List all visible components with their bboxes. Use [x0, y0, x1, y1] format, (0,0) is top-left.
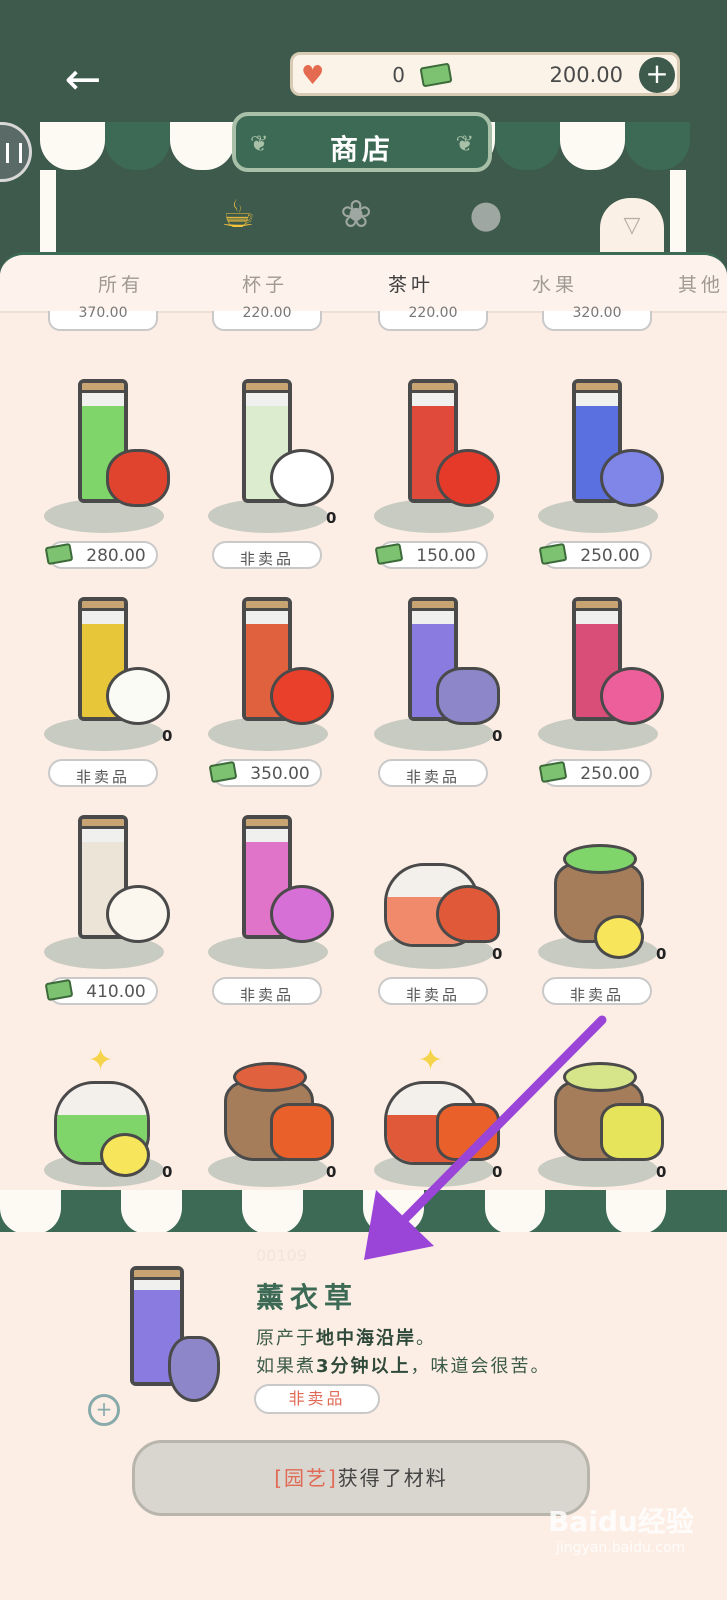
- heart-count: 0: [392, 63, 405, 87]
- price-tag: 410.00: [44, 977, 158, 1005]
- item-quantity: 0: [326, 509, 337, 527]
- shop-item-leaf-sack[interactable]: 0 非卖品: [534, 803, 684, 1013]
- price-tag: 350.00: [208, 759, 322, 787]
- item-name: 薰衣草: [256, 1281, 359, 1314]
- side-drawer-handle[interactable]: [0, 122, 32, 182]
- lavender-flower-icon: [168, 1336, 220, 1402]
- price-tag: 320.00: [542, 305, 652, 331]
- shop-item-hibiscus[interactable]: 150.00: [370, 367, 520, 577]
- shop-item-azalea[interactable]: 非卖品: [204, 803, 354, 1013]
- item-quantity: 0: [162, 1163, 173, 1181]
- lavender-flower-icon: [436, 667, 500, 725]
- filter-icon[interactable]: ▽: [600, 198, 664, 256]
- orange-flower-icon: [270, 1103, 334, 1161]
- orange-flower-icon: [436, 1103, 500, 1161]
- shop-item-lavender[interactable]: 0 非卖品: [370, 585, 520, 795]
- lily-flower-icon: [270, 449, 334, 507]
- item-quantity: 0: [326, 1163, 337, 1181]
- cup-icon[interactable]: ☕: [208, 188, 268, 240]
- yellow-flower-icon: [600, 1103, 664, 1161]
- shop-item-heart-jar[interactable]: 0 非卖品: [370, 803, 520, 1013]
- shop-item-red-lemon-jar[interactable]: ✦ 0: [370, 1021, 520, 1192]
- apple-icon: [106, 449, 170, 507]
- sparkle-icon: ✦: [88, 1043, 114, 1078]
- item-quantity: 0: [162, 727, 173, 745]
- shop-item-red-sack[interactable]: 0: [204, 1021, 354, 1192]
- heart-icon: [436, 885, 500, 943]
- item-quantity: 0: [492, 1163, 503, 1181]
- tab-tea[interactable]: 茶叶: [388, 270, 434, 297]
- chamomile-flower-icon: [106, 667, 170, 725]
- back-arrow-icon[interactable]: ←: [58, 55, 108, 105]
- tab-other[interactable]: 其他: [678, 270, 724, 297]
- price-tag: 250.00: [538, 759, 652, 787]
- shop-item-pink-flower[interactable]: 250.00: [534, 585, 684, 795]
- detail-awning: [0, 1190, 727, 1234]
- tab-fruit[interactable]: 水果: [532, 270, 578, 297]
- blue-flower-icon: [600, 449, 664, 507]
- shop-panel: 所有 杯子 茶叶 水果 其他 370.00 220.00 220.00 320.…: [0, 252, 727, 1192]
- add-money-button[interactable]: +: [639, 57, 675, 93]
- bear-icon[interactable]: ●: [456, 188, 516, 240]
- not-for-sale-tag: 非卖品: [542, 977, 652, 1005]
- item-quantity: 0: [656, 1163, 667, 1181]
- cash-icon: [419, 62, 453, 88]
- awning-pole-left: [40, 170, 56, 260]
- price-tag: 250.00: [538, 541, 652, 569]
- shop-item-yellow-sack[interactable]: 0: [534, 1021, 684, 1192]
- sparkle-icon: ✦: [418, 1043, 444, 1078]
- not-for-sale-tag: 非卖品: [48, 759, 158, 787]
- lemon-face-icon: [594, 915, 644, 959]
- not-for-sale-tag: 非卖品: [378, 977, 488, 1005]
- top-bar: ← ♥ 0 200.00 +: [0, 0, 727, 130]
- shop-item-rose[interactable]: 350.00: [204, 585, 354, 795]
- not-for-sale-tag: 非卖品: [378, 759, 488, 787]
- price-tag: 280.00: [44, 541, 158, 569]
- shop-item-chamomile[interactable]: 0 非卖品: [40, 585, 190, 795]
- item-id: 00109: [256, 1246, 307, 1265]
- page-title: 商店: [329, 133, 394, 166]
- not-for-sale-tag: 非卖品: [254, 1384, 380, 1414]
- lemon-face-icon: [100, 1133, 150, 1177]
- price-tag: 150.00: [374, 541, 488, 569]
- zoom-icon[interactable]: +: [88, 1394, 120, 1426]
- item-quantity: 0: [492, 727, 503, 745]
- shop-item-apple-mint[interactable]: 280.00: [40, 367, 190, 577]
- item-quantity: 0: [492, 945, 503, 963]
- shop-item-jasmine[interactable]: 410.00: [40, 803, 190, 1013]
- watermark-url: jingyan.baidu.com: [556, 1540, 686, 1556]
- jasmine-flower-icon: [106, 885, 170, 943]
- watermark-logo: Baidu经验: [548, 1505, 694, 1538]
- price-tag: 370.00: [48, 305, 158, 331]
- source-button[interactable]: [园艺]获得了材料: [132, 1440, 590, 1516]
- plant-icon[interactable]: ❀: [326, 188, 386, 240]
- category-tabs: ☕ ❀ ●: [60, 180, 660, 250]
- shop-item-lemon-jar[interactable]: ✦ 0: [40, 1021, 190, 1192]
- not-for-sale-tag: 非卖品: [212, 541, 322, 569]
- hibiscus-flower-icon: [436, 449, 500, 507]
- leaf-icon: ❦: [455, 132, 474, 157]
- tab-cups[interactable]: 杯子: [242, 270, 288, 297]
- shop-item-lily[interactable]: 0 非卖品: [204, 367, 354, 577]
- item-description-line-2: 如果煮3分钟以上，味道会很苦。: [256, 1356, 551, 1377]
- money-amount: 200.00: [549, 63, 623, 87]
- azalea-flower-icon: [270, 885, 334, 943]
- item-quantity: 0: [656, 945, 667, 963]
- shop-title-banner: ❦ 商店 ❦: [232, 112, 492, 172]
- heart-icon: ♥: [301, 61, 325, 91]
- rose-flower-icon: [270, 667, 334, 725]
- pink-flower-icon: [600, 667, 664, 725]
- shop-item-blue-flower[interactable]: 250.00: [534, 367, 684, 577]
- price-tag: 220.00: [378, 305, 488, 331]
- currency-bar: ♥ 0 200.00 +: [290, 52, 680, 96]
- tab-all[interactable]: 所有: [98, 270, 144, 297]
- price-tag: 220.00: [212, 305, 322, 331]
- item-description-line-1: 原产于地中海沿岸。: [256, 1328, 436, 1349]
- awning-pole-right: [670, 170, 686, 260]
- not-for-sale-tag: 非卖品: [212, 977, 322, 1005]
